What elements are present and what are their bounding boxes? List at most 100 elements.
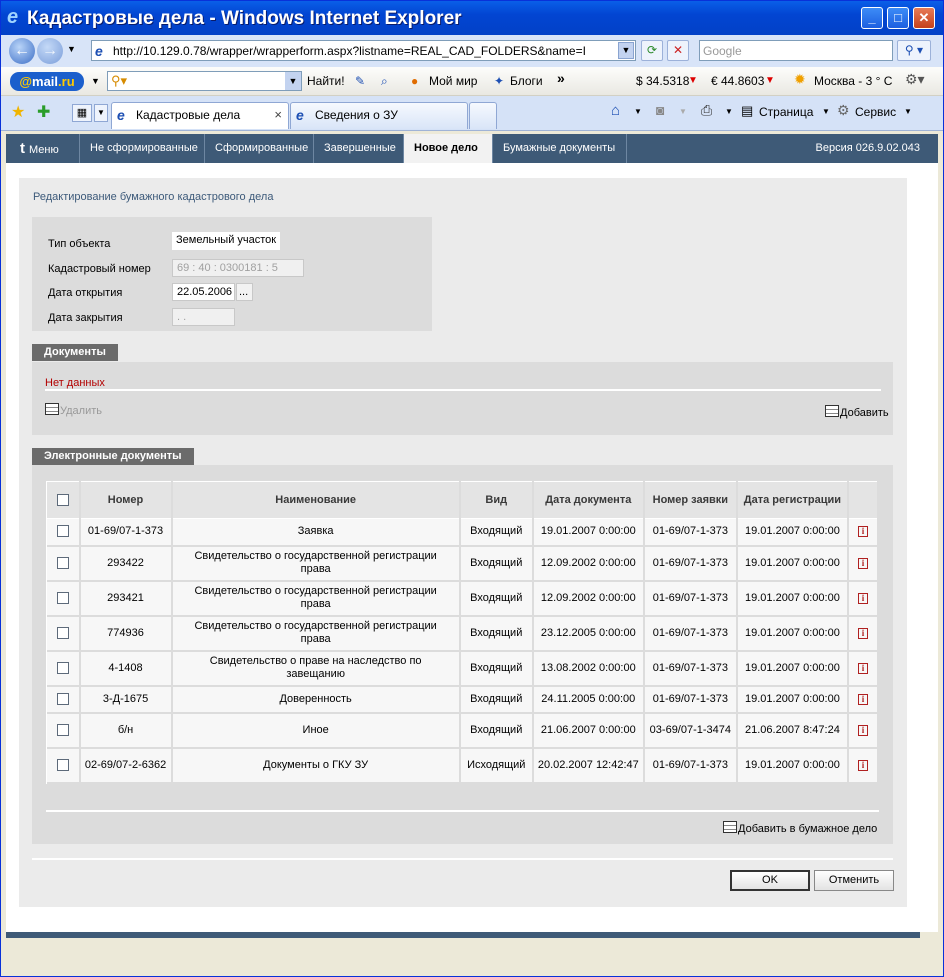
- forward-button[interactable]: →: [37, 38, 63, 64]
- row-checkbox[interactable]: [56, 692, 69, 705]
- add-to-paper-case-button[interactable]: Добавить в бумажное дело: [723, 821, 877, 835]
- home-dropdown-icon[interactable]: ▼: [634, 107, 642, 116]
- close-date-field[interactable]: . .: [172, 308, 235, 326]
- row-checkbox[interactable]: [56, 758, 69, 771]
- cell-request-number: 01-69/07-1-373: [643, 615, 738, 652]
- cell-request-number: 01-69/07-1-373: [643, 747, 738, 784]
- info-icon[interactable]: i: [857, 627, 868, 639]
- col-request-number[interactable]: Номер заявки: [643, 481, 738, 519]
- col-number[interactable]: Номер: [79, 481, 173, 519]
- service-menu[interactable]: Сервис: [855, 105, 896, 119]
- table-row[interactable]: 4-1408 Свидетельство о праве на наследств…: [46, 650, 880, 687]
- stop-icon[interactable]: ✕: [667, 40, 689, 61]
- print-icon[interactable]: ⎙: [701, 102, 712, 119]
- open-date-field[interactable]: 22.05.2006: [172, 283, 235, 301]
- add-button[interactable]: Добавить: [825, 405, 889, 419]
- menu-button[interactable]: t Меню: [6, 134, 80, 163]
- cell-name: Свидетельство о государственной регистра…: [171, 580, 461, 617]
- select-all-checkbox[interactable]: [56, 494, 69, 507]
- page-dropdown-icon[interactable]: ▼: [822, 107, 830, 116]
- refresh-icon[interactable]: ⟳: [641, 40, 663, 61]
- back-button[interactable]: ←: [9, 38, 35, 64]
- search-input[interactable]: Google: [699, 40, 893, 61]
- row-checkbox[interactable]: [56, 556, 69, 569]
- feeds-icon[interactable]: ◙: [656, 102, 664, 118]
- row-checkbox[interactable]: [56, 591, 69, 604]
- maximize-button[interactable]: □: [887, 7, 909, 29]
- date-picker-button[interactable]: ...: [236, 283, 253, 301]
- mail-search-dropdown-icon[interactable]: ▼: [285, 72, 301, 90]
- row-checkbox[interactable]: [56, 723, 69, 736]
- eur-down-icon: ▼: [765, 75, 775, 86]
- mail-toolbar: @mail.ru ▼ ⚲▾ ▼ Найти! ✎ ⌕ ● Мой мир ✦ Б…: [1, 67, 943, 96]
- table-row[interactable]: 02-69/07-2-6362 Документы о ГКУ ЗУ Исходящ…: [46, 747, 880, 784]
- ok-button[interactable]: OK: [730, 870, 810, 891]
- delete-grid-icon: [45, 403, 59, 415]
- more-chevron-icon[interactable]: »: [557, 70, 565, 86]
- favorites-star-icon[interactable]: ★: [11, 102, 25, 122]
- info-icon[interactable]: i: [857, 724, 868, 736]
- info-icon[interactable]: i: [857, 759, 868, 771]
- col-reg-date[interactable]: Дата регистрации: [736, 481, 849, 519]
- info-icon[interactable]: i: [857, 662, 868, 674]
- mailru-logo[interactable]: @mail.ru: [10, 72, 84, 91]
- info-icon[interactable]: i: [857, 557, 868, 569]
- tools-icon[interactable]: ⚙▾: [905, 71, 925, 88]
- page-menu[interactable]: Страница: [759, 105, 813, 119]
- nav-not-formed[interactable]: Не сформированные: [80, 134, 205, 163]
- mail-search-input[interactable]: ⚲▾ ▼: [107, 71, 302, 91]
- new-tab-button[interactable]: [469, 102, 497, 129]
- col-doc-date[interactable]: Дата документа: [532, 481, 645, 519]
- address-dropdown-icon[interactable]: ▼: [618, 42, 634, 59]
- cell-kind: Входящий: [459, 685, 534, 714]
- info-icon[interactable]: i: [857, 592, 868, 604]
- home-icon[interactable]: ⌂: [611, 102, 620, 119]
- table-row[interactable]: 293422 Свидетельство о государственной ре…: [46, 545, 880, 582]
- info-icon[interactable]: i: [857, 693, 868, 705]
- edocs-table: Номер Наименование Вид Дата документа Но…: [45, 481, 880, 784]
- col-kind[interactable]: Вид: [459, 481, 534, 519]
- mail-dropdown-icon[interactable]: ▼: [91, 76, 100, 86]
- highlight-icon[interactable]: ✎: [355, 74, 365, 88]
- tab-cadastral-cases[interactable]: e Кадастровые дела ×: [111, 102, 289, 129]
- table-row[interactable]: 774936 Свидетельство о государственной ре…: [46, 615, 880, 652]
- delete-button[interactable]: Удалить: [45, 403, 102, 417]
- close-tab-icon[interactable]: ×: [274, 107, 282, 122]
- row-checkbox[interactable]: [56, 626, 69, 639]
- tab-zu-info[interactable]: e Сведения о ЗУ: [290, 102, 468, 129]
- table-row[interactable]: 3-Д-1675 Доверенность Входящий 24.11.2005 0…: [46, 685, 880, 714]
- feeds-dropdown-icon[interactable]: ▼: [679, 107, 687, 116]
- minimize-button[interactable]: _: [861, 7, 883, 29]
- cell-request-number: 03-69/07-1-3474: [643, 712, 738, 749]
- add-favorites-icon[interactable]: ✚: [37, 102, 50, 122]
- ie-window: e Кадастровые дела - Windows Internet Ex…: [0, 0, 944, 977]
- nav-paper-docs[interactable]: Бумажные документы: [493, 134, 627, 163]
- table-row[interactable]: 293421 Свидетельство о государственной ре…: [46, 580, 880, 617]
- moi-mir-link[interactable]: Мой мир: [429, 74, 477, 88]
- cell-info: i: [847, 712, 880, 749]
- nav-new-case[interactable]: Новое дело: [404, 134, 493, 163]
- address-url[interactable]: http://10.129.0.78/wrapper/wrapperform.a…: [113, 44, 613, 58]
- history-dropdown-icon[interactable]: ▼: [67, 44, 76, 54]
- address-bar[interactable]: e http://10.129.0.78/wrapper/wrapperform…: [91, 40, 636, 61]
- close-window-button[interactable]: ✕: [913, 7, 935, 29]
- cancel-button[interactable]: Отменить: [814, 870, 894, 891]
- col-name[interactable]: Наименование: [171, 481, 461, 519]
- row-checkbox[interactable]: [56, 525, 69, 538]
- nav-completed[interactable]: Завершенные: [314, 134, 404, 163]
- service-dropdown-icon[interactable]: ▼: [904, 107, 912, 116]
- table-row[interactable]: б/н Иное Входящий 21.06.2007 0:00:00 03-69/0…: [46, 712, 880, 749]
- search-icon[interactable]: ⚲ ▾: [897, 40, 931, 61]
- cell-request-number: 01-69/07-1-373: [643, 685, 738, 714]
- tab-list-dropdown-icon[interactable]: ▼: [94, 104, 108, 122]
- find-icon[interactable]: ⌕: [381, 74, 388, 89]
- cad-number-field[interactable]: 69 : 40 : 0300181 : 5: [172, 259, 304, 277]
- nav-formed[interactable]: Сформированные: [205, 134, 314, 163]
- info-icon[interactable]: i: [857, 526, 868, 538]
- table-row[interactable]: 01-69/07-1-373 Заявка Входящий 19.01.2007 0…: [46, 518, 880, 547]
- row-checkbox[interactable]: [56, 661, 69, 674]
- blogs-link[interactable]: Блоги: [510, 74, 543, 88]
- print-dropdown-icon[interactable]: ▼: [725, 107, 733, 116]
- quick-tabs-icon[interactable]: ▦: [72, 104, 92, 122]
- mail-search-button[interactable]: Найти!: [307, 74, 345, 88]
